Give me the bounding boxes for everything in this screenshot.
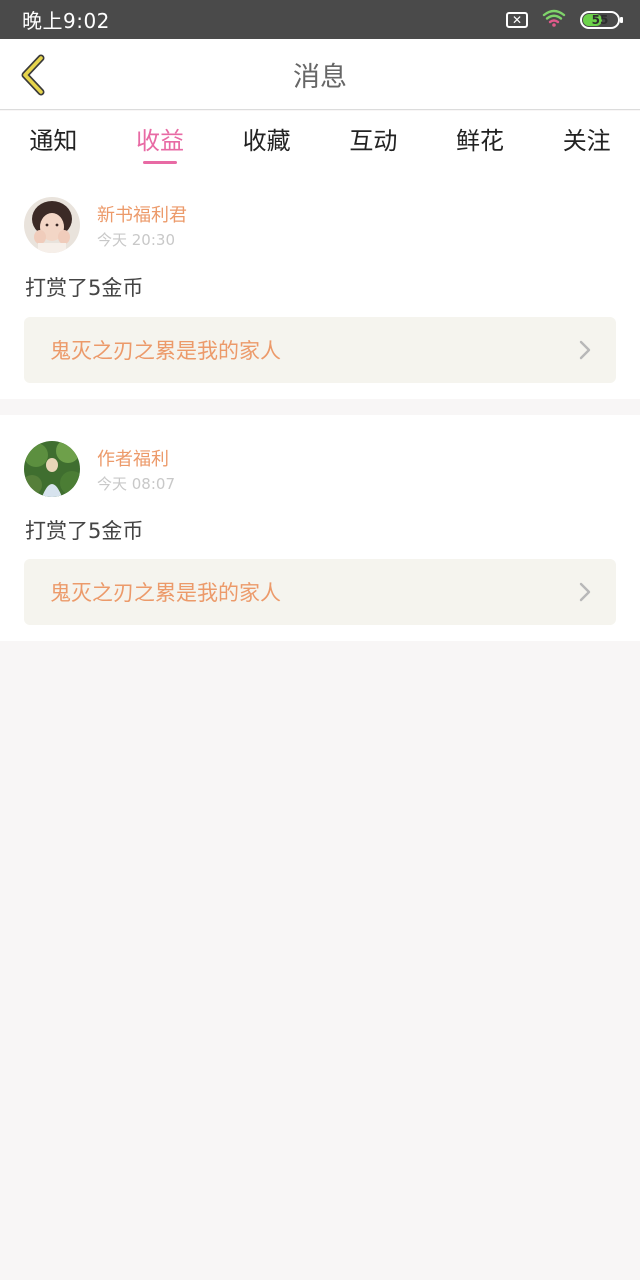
tab-notifications[interactable]: 通知 [0, 111, 107, 165]
chevron-left-icon [21, 54, 45, 96]
message-time: 今天 08:07 [97, 475, 175, 493]
wifi-icon [542, 9, 566, 31]
app-header: 消息 [0, 39, 640, 110]
book-title: 鬼灭之刃之累是我的家人 [50, 339, 281, 363]
battery-icon: 55 [580, 10, 623, 29]
message-card: 作者福利 今天 08:07 打赏了5金币 鬼灭之刃之累是我的家人 [0, 415, 640, 641]
active-tab-indicator [143, 161, 177, 164]
book-link[interactable]: 鬼灭之刃之累是我的家人 [24, 317, 616, 383]
tab-interactions[interactable]: 互动 [320, 111, 427, 165]
message-time: 今天 20:30 [97, 231, 175, 249]
book-title: 鬼灭之刃之累是我的家人 [50, 581, 281, 605]
status-bar: 晚上9:02 ✕ 55 [0, 0, 640, 39]
status-icons: ✕ 55 [506, 9, 623, 31]
chevron-right-icon [579, 582, 591, 602]
battery-level: 55 [591, 12, 609, 27]
no-sim-icon: ✕ [506, 11, 528, 28]
status-time: 晚上9:02 [22, 9, 110, 33]
tab-earnings[interactable]: 收益 [107, 111, 214, 165]
message-card: 新书福利君 今天 20:30 打赏了5金币 鬼灭之刃之累是我的家人 [0, 165, 640, 399]
chevron-right-icon [579, 340, 591, 360]
message-text: 打赏了5金币 [25, 519, 144, 543]
card-divider [0, 399, 640, 415]
tab-bar: 通知 收益 收藏 互动 鲜花 关注 [0, 111, 640, 165]
avatar[interactable] [24, 197, 80, 253]
page-title: 消息 [293, 62, 347, 93]
avatar[interactable] [24, 441, 80, 497]
sender-name[interactable]: 新书福利君 [97, 201, 187, 227]
tab-flowers[interactable]: 鲜花 [427, 111, 534, 165]
message-list: 新书福利君 今天 20:30 打赏了5金币 鬼灭之刃之累是我的家人 作者福利 今… [0, 165, 640, 641]
back-button[interactable] [14, 53, 54, 97]
tab-favorites[interactable]: 收藏 [213, 111, 320, 165]
message-text: 打赏了5金币 [25, 276, 144, 300]
sender-name[interactable]: 作者福利 [97, 445, 169, 471]
book-link[interactable]: 鬼灭之刃之累是我的家人 [24, 559, 616, 625]
tab-follows[interactable]: 关注 [533, 111, 640, 165]
